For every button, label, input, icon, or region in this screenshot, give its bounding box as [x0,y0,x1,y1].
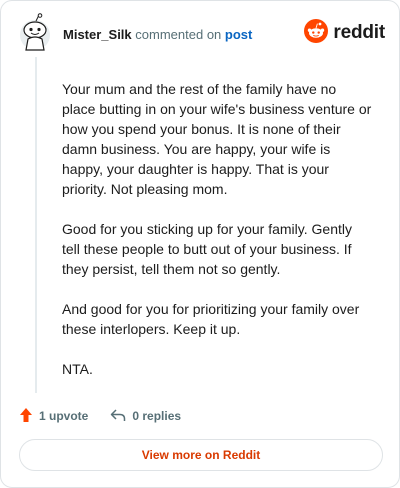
reddit-logo-icon [304,18,329,48]
comment-paragraph: Good for you sticking up for your family… [62,221,352,277]
thread-line [35,57,37,393]
reply-arrow-icon [110,408,126,425]
comment-paragraph: And good for you for prioritizing your f… [62,301,360,337]
upvote-count: 1 upvote [39,409,89,423]
replies-count: 0 replies [132,409,182,423]
comment-header: Mister_Silk commented on post reddit [19,13,385,53]
comment-paragraph: Your mum and the rest of the family have… [62,81,372,197]
comment-paragraph: NTA. [62,361,93,377]
post-link[interactable]: post [225,27,252,42]
reddit-logo[interactable]: reddit [304,18,385,48]
upvote-arrow-icon [19,407,33,426]
comment-actions: 1 upvote 0 replies [19,405,379,427]
view-more-button[interactable]: View more on Reddit [19,439,383,471]
comment-body: Your mum and the rest of the family have… [62,79,372,399]
reddit-wordmark: reddit [333,22,385,43]
comment-embed-card: Mister_Silk commented on post reddit You… [0,0,400,488]
upvote-button[interactable]: 1 upvote [19,407,88,426]
avatar-icon[interactable] [19,13,51,53]
author-line: Mister_Silk commented on post [63,27,252,43]
author-name[interactable]: Mister_Silk [63,27,132,42]
commented-on-text: commented on [135,27,222,42]
replies-button[interactable]: 0 replies [110,408,181,425]
